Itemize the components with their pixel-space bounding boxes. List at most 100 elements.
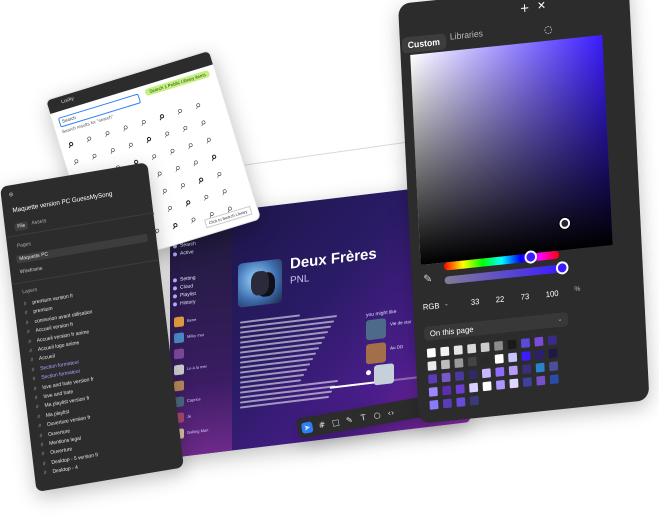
search-icon[interactable]: ⌕ — [168, 143, 178, 158]
color-swatch[interactable] — [454, 358, 464, 368]
search-icon[interactable]: ⌕ — [178, 178, 188, 193]
blue-value[interactable]: 73 — [521, 292, 530, 302]
color-swatch[interactable] — [508, 352, 518, 363]
hue-handle[interactable] — [524, 249, 538, 265]
search-icon[interactable]: ⌕ — [71, 154, 81, 169]
search-icon[interactable]: ⌕ — [191, 155, 201, 170]
color-swatch[interactable] — [549, 361, 559, 372]
search-icon[interactable]: ⌕ — [157, 109, 167, 124]
color-swatch[interactable] — [429, 399, 439, 410]
doc-colors-select[interactable]: On this page ⌄ — [423, 312, 569, 341]
shape-icon[interactable]: □ — [330, 417, 340, 427]
search-icon[interactable]: ⌕ — [196, 172, 206, 187]
color-swatch[interactable] — [440, 346, 450, 357]
tab-libraries[interactable]: Libraries — [450, 28, 484, 41]
frame-icon[interactable]: # — [317, 419, 327, 430]
search-icon[interactable]: ⌕ — [90, 148, 100, 163]
code-icon[interactable]: ‹› — [386, 407, 396, 417]
suggestion-thumb[interactable] — [374, 363, 394, 386]
tab-file[interactable]: File — [14, 221, 29, 232]
color-swatch[interactable] — [481, 355, 491, 366]
search-icon[interactable]: ⌕ — [186, 138, 196, 153]
color-swatch[interactable] — [535, 362, 545, 373]
color-swatch[interactable] — [495, 379, 506, 390]
search-icon[interactable]: ⌕ — [66, 137, 76, 152]
pen-icon[interactable]: ✎ — [344, 415, 354, 425]
color-swatch[interactable] — [507, 339, 517, 350]
search-icon[interactable]: ⌕ — [121, 120, 131, 135]
alpha-value[interactable]: 100 — [545, 289, 558, 299]
plus-icon[interactable]: + — [519, 0, 529, 15]
color-swatch[interactable] — [522, 377, 532, 387]
color-swatch[interactable] — [521, 351, 531, 361]
color-swatch[interactable] — [468, 369, 478, 380]
search-icon[interactable]: ⌕ — [180, 121, 190, 136]
color-swatch[interactable] — [508, 365, 518, 376]
color-swatch[interactable] — [467, 356, 477, 367]
color-swatch[interactable] — [480, 342, 490, 353]
search-icon[interactable]: ⌕ — [173, 161, 183, 176]
file-title[interactable]: Maquette version PC GuessMySong — [12, 191, 113, 215]
suggestion-thumb[interactable] — [366, 318, 386, 341]
search-icon[interactable]: ⌕ — [204, 132, 214, 147]
sv-handle[interactable] — [559, 217, 571, 230]
saturation-value-area[interactable] — [410, 35, 613, 265]
blend-icon[interactable]: ◌ — [544, 24, 553, 36]
color-swatch[interactable] — [481, 368, 491, 379]
color-swatch[interactable] — [441, 372, 451, 383]
color-swatch[interactable] — [482, 381, 492, 392]
color-swatch[interactable] — [520, 338, 530, 348]
search-icon[interactable]: ⌕ — [108, 143, 118, 158]
color-swatch[interactable] — [534, 336, 544, 347]
color-swatch[interactable] — [442, 385, 452, 396]
color-swatch[interactable] — [440, 359, 450, 370]
search-icon[interactable]: ⌕ — [162, 126, 172, 141]
color-swatch[interactable] — [548, 348, 558, 359]
color-swatch[interactable] — [534, 349, 545, 360]
color-swatch[interactable] — [522, 364, 532, 374]
color-swatch[interactable] — [495, 366, 505, 377]
color-swatch[interactable] — [427, 360, 437, 371]
color-swatch[interactable] — [455, 384, 465, 394]
color-swatch[interactable] — [442, 398, 452, 409]
search-icon[interactable]: ⌕ — [139, 114, 149, 129]
color-swatch[interactable] — [494, 353, 504, 364]
color-swatch[interactable] — [453, 345, 463, 355]
search-icon[interactable]: ⌕ — [202, 189, 212, 204]
color-swatch[interactable] — [536, 375, 546, 386]
close-icon[interactable]: ✕ — [537, 0, 547, 13]
search-icon[interactable]: ⌕ — [175, 103, 185, 118]
opacity-handle[interactable] — [555, 260, 569, 275]
text-icon[interactable]: T — [358, 412, 368, 422]
search-icon[interactable]: ⌕ — [160, 183, 170, 198]
color-model-select[interactable]: RGB — [423, 301, 440, 312]
color-swatch[interactable] — [455, 371, 465, 381]
color-swatch[interactable] — [469, 395, 479, 406]
search-icon[interactable]: ⌕ — [149, 149, 159, 164]
page-item[interactable]: Wireframe — [20, 266, 43, 276]
color-swatch[interactable] — [426, 347, 436, 358]
tab-custom[interactable]: Custom — [401, 33, 447, 54]
figma-menu-icon[interactable]: ⊕ — [8, 191, 13, 199]
search-icon[interactable]: ⌕ — [189, 212, 199, 227]
tab-assets[interactable]: Assets — [31, 218, 47, 226]
color-swatch[interactable] — [509, 378, 519, 389]
search-icon[interactable]: ⌕ — [199, 115, 209, 130]
green-value[interactable]: 22 — [496, 295, 505, 305]
color-swatch[interactable] — [549, 374, 559, 385]
search-icon[interactable]: ⌕ — [144, 132, 154, 147]
search-icon[interactable]: ⌕ — [165, 201, 175, 216]
color-swatch[interactable] — [428, 373, 438, 384]
suggestion-thumb[interactable] — [366, 342, 386, 365]
color-swatch[interactable] — [456, 397, 466, 407]
search-icon[interactable]: ⌕ — [220, 184, 230, 199]
red-value[interactable]: 33 — [471, 297, 480, 307]
search-icon[interactable]: ⌕ — [170, 218, 180, 233]
move-icon[interactable]: ➤ — [300, 420, 314, 434]
search-icon[interactable]: ⌕ — [214, 167, 224, 182]
color-swatch[interactable] — [467, 343, 477, 354]
page-item[interactable]: Maquette PC — [16, 233, 149, 264]
comment-icon[interactable]: ○ — [372, 410, 382, 420]
search-icon[interactable]: ⌕ — [209, 149, 219, 164]
search-icon[interactable]: ⌕ — [103, 126, 113, 141]
